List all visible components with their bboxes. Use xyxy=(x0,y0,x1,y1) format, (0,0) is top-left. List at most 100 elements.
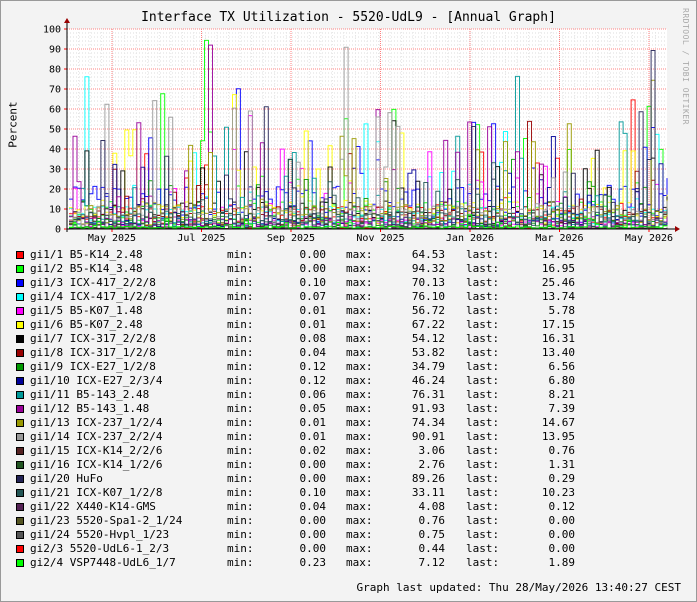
legend-max-label: max: xyxy=(346,290,373,303)
legend-min-label: min: xyxy=(227,416,254,429)
y-tick-label: 30 xyxy=(49,165,61,176)
legend-last-label: last: xyxy=(466,360,500,373)
legend-max-label: max: xyxy=(346,472,373,485)
legend-max-value: 46.24 xyxy=(411,374,445,387)
legend-min-label: min: xyxy=(227,486,254,499)
legend-max-label: max: xyxy=(346,262,373,275)
legend-min-value: 0.04 xyxy=(299,346,327,359)
legend-swatch xyxy=(16,433,24,441)
legend-series-name: gi1/23 5520-Spa1-2_1/24 xyxy=(30,514,183,527)
legend-max-value: 33.11 xyxy=(411,486,445,499)
legend-series-name: gi1/2 B5-K14_3.48 xyxy=(30,262,143,275)
y-tick-label: 40 xyxy=(49,145,61,156)
legend-series-name: gi1/14 ICX-237_2/2/4 xyxy=(30,430,163,443)
legend-swatch xyxy=(16,363,24,371)
legend-min-value: 0.07 xyxy=(299,290,327,303)
legend-max-label: max: xyxy=(346,444,373,457)
legend-max-label: max: xyxy=(346,276,373,289)
y-tick-label: 20 xyxy=(49,185,61,196)
x-tick-label: Sep 2025 xyxy=(267,233,315,244)
legend-series-name: gi2/3 5520-UdL6-1_2/3 xyxy=(30,542,170,555)
legend-max-label: max: xyxy=(346,318,373,331)
legend-last-label: last: xyxy=(466,430,500,443)
legend-swatch xyxy=(16,545,24,553)
y-tick-label: 70 xyxy=(49,85,61,96)
legend-max-value: 91.93 xyxy=(411,402,445,415)
legend-series-name: gi1/24 5520-Hvpl_1/23 xyxy=(30,528,170,541)
legend-min-label: min: xyxy=(227,430,254,443)
x-axis-arrow xyxy=(675,226,680,232)
legend-min-value: 0.02 xyxy=(299,444,327,457)
chart-plot: 0 10 20 30 40 50 60 70 80 90 100 May 2025 Jul 2025 Se… xyxy=(43,18,680,244)
legend-max-value: 74.34 xyxy=(411,416,445,429)
legend-series-name: gi1/22 X440-K14-GMS xyxy=(30,500,156,513)
legend-last-value: 7.39 xyxy=(548,402,576,415)
legend-max-value: 89.26 xyxy=(411,472,445,485)
legend-series-name: gi1/1 B5-K14_2.48 xyxy=(30,248,143,261)
legend-max-value: 64.53 xyxy=(411,248,445,261)
legend-swatch xyxy=(16,489,24,497)
legend-last-label: last: xyxy=(466,528,500,541)
legend-last-value: 1.31 xyxy=(548,458,576,471)
legend-swatch xyxy=(16,475,24,483)
legend-last-value: 13.40 xyxy=(541,346,575,359)
legend-min-label: min: xyxy=(227,402,254,415)
legend-max-value: 67.22 xyxy=(411,318,445,331)
legend-series-name: gi2/4 VSP7448-UdL6_1/7 xyxy=(30,556,176,569)
legend-max-label: max: xyxy=(346,430,373,443)
legend-max-value: 53.82 xyxy=(411,346,445,359)
legend-swatch xyxy=(16,349,24,357)
legend-series-name: gi1/10 ICX-E27_2/3/4 xyxy=(30,374,163,387)
legend-series-name: gi1/5 B5-K07_1.48 xyxy=(30,304,143,317)
legend-last-value: 10.23 xyxy=(541,486,575,499)
legend-min-value: 0.00 xyxy=(299,248,327,261)
legend-max-label: max: xyxy=(346,360,373,373)
legend-last-value: 0.00 xyxy=(548,542,576,555)
legend-last-label: last: xyxy=(466,388,500,401)
legend-last-label: last: xyxy=(466,276,500,289)
x-tick-label: May 2025 xyxy=(88,233,136,244)
legend-last-value: 13.95 xyxy=(541,430,575,443)
y-axis-arrow xyxy=(64,18,70,23)
legend-last-label: last: xyxy=(466,304,500,317)
legend-last-label: last: xyxy=(466,248,500,261)
legend-series-name: gi1/20 HuFo xyxy=(30,472,103,485)
legend-max-value: 76.10 xyxy=(411,290,445,303)
legend-max-value: 2.76 xyxy=(418,458,446,471)
legend-swatch xyxy=(16,265,24,273)
legend-min-value: 0.01 xyxy=(299,318,327,331)
legend-last-label: last: xyxy=(466,332,500,345)
legend-min-label: min: xyxy=(227,360,254,373)
legend-max-label: max: xyxy=(346,500,373,513)
legend-min-label: min: xyxy=(227,290,254,303)
legend-max-label: max: xyxy=(346,346,373,359)
legend-swatch xyxy=(16,377,24,385)
legend-min-value: 0.04 xyxy=(299,500,327,513)
legend-max-label: max: xyxy=(346,556,373,569)
legend-max-label: max: xyxy=(346,542,373,555)
legend-last-value: 0.00 xyxy=(548,514,576,527)
legend-max-label: max: xyxy=(346,416,373,429)
legend-max-label: max: xyxy=(346,458,373,471)
legend-max-label: max: xyxy=(346,332,373,345)
legend-last-label: last: xyxy=(466,500,500,513)
legend-min-value: 0.01 xyxy=(299,304,327,317)
legend-max-value: 0.76 xyxy=(418,514,446,527)
legend-max-value: 90.91 xyxy=(411,430,445,443)
legend-series-name: gi1/15 ICX-K14_2/2/6 xyxy=(30,444,163,457)
legend-min-value: 0.10 xyxy=(299,276,327,289)
legend-min-label: min: xyxy=(227,500,254,513)
y-tick-label: 80 xyxy=(49,65,61,76)
x-tick-label: Jul 2025 xyxy=(177,233,225,244)
legend-max-label: max: xyxy=(346,528,373,541)
legend-last-label: last: xyxy=(466,472,500,485)
legend-last-value: 0.00 xyxy=(548,528,576,541)
legend-series-name: gi1/11 B5-143_2.48 xyxy=(30,388,150,401)
legend-series-name: gi1/12 B5-143_1.48 xyxy=(30,402,150,415)
legend-min-label: min: xyxy=(227,528,254,541)
legend-min-label: min: xyxy=(227,374,254,387)
legend-last-value: 14.67 xyxy=(541,416,575,429)
legend-max-value: 94.32 xyxy=(411,262,445,275)
y-tick-label: 10 xyxy=(49,205,61,216)
legend-last-label: last: xyxy=(466,486,500,499)
